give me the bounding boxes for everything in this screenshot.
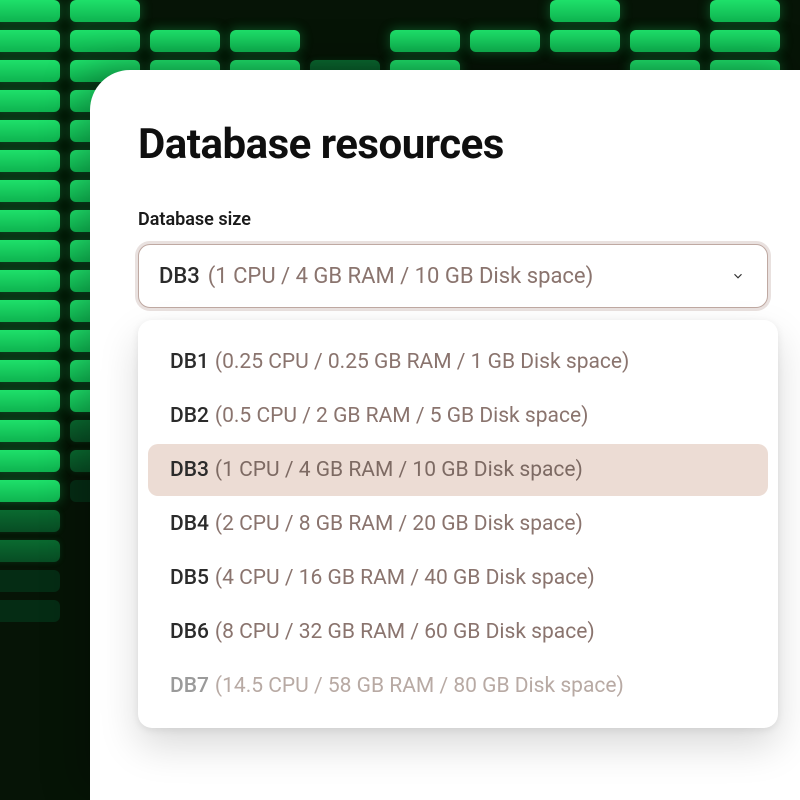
database-size-option-db6[interactable]: DB6 (8 CPU / 32 GB RAM / 60 GB Disk spac… xyxy=(148,606,768,658)
option-name: DB2 xyxy=(170,404,209,428)
chevron-down-icon xyxy=(731,269,745,283)
option-name: DB7 xyxy=(170,674,209,698)
option-name: DB1 xyxy=(170,350,209,374)
database-size-option-db5[interactable]: DB5 (4 CPU / 16 GB RAM / 40 GB Disk spac… xyxy=(148,552,768,604)
option-spec: (2 CPU / 8 GB RAM / 20 GB Disk space) xyxy=(215,512,583,536)
database-size-option-db4[interactable]: DB4 (2 CPU / 8 GB RAM / 20 GB Disk space… xyxy=(148,498,768,550)
database-size-option-db2[interactable]: DB2 (0.5 CPU / 2 GB RAM / 5 GB Disk spac… xyxy=(148,390,768,442)
option-name: DB5 xyxy=(170,566,209,590)
option-spec: (0.25 CPU / 0.25 GB RAM / 1 GB Disk spac… xyxy=(215,350,629,374)
option-spec: (0.5 CPU / 2 GB RAM / 5 GB Disk space) xyxy=(215,404,589,428)
option-spec: (4 CPU / 16 GB RAM / 40 GB Disk space) xyxy=(215,566,595,590)
database-size-dropdown: DB1 (0.25 CPU / 0.25 GB RAM / 1 GB Disk … xyxy=(138,320,778,728)
page-title: Database resources xyxy=(138,120,750,169)
database-size-select[interactable]: DB3 (1 CPU / 4 GB RAM / 10 GB Disk space… xyxy=(138,244,768,308)
select-value-spec: (1 CPU / 4 GB RAM / 10 GB Disk space) xyxy=(208,264,593,289)
field-label-database-size: Database size xyxy=(138,209,750,230)
option-name: DB6 xyxy=(170,620,209,644)
database-size-option-db3[interactable]: DB3 (1 CPU / 4 GB RAM / 10 GB Disk space… xyxy=(148,444,768,496)
option-spec: (8 CPU / 32 GB RAM / 60 GB Disk space) xyxy=(215,620,595,644)
option-spec: (14.5 CPU / 58 GB RAM / 80 GB Disk space… xyxy=(215,674,624,698)
option-name: DB4 xyxy=(170,512,209,536)
database-size-field: DB3 (1 CPU / 4 GB RAM / 10 GB Disk space… xyxy=(138,244,768,308)
database-size-option-db7[interactable]: DB7 (14.5 CPU / 58 GB RAM / 80 GB Disk s… xyxy=(148,660,768,712)
select-value-name: DB3 xyxy=(159,264,200,289)
option-name: DB3 xyxy=(170,458,209,482)
database-size-option-db1[interactable]: DB1 (0.25 CPU / 0.25 GB RAM / 1 GB Disk … xyxy=(148,336,768,388)
settings-card: Database resources Database size DB3 (1 … xyxy=(90,70,800,800)
option-spec: (1 CPU / 4 GB RAM / 10 GB Disk space) xyxy=(215,458,583,482)
